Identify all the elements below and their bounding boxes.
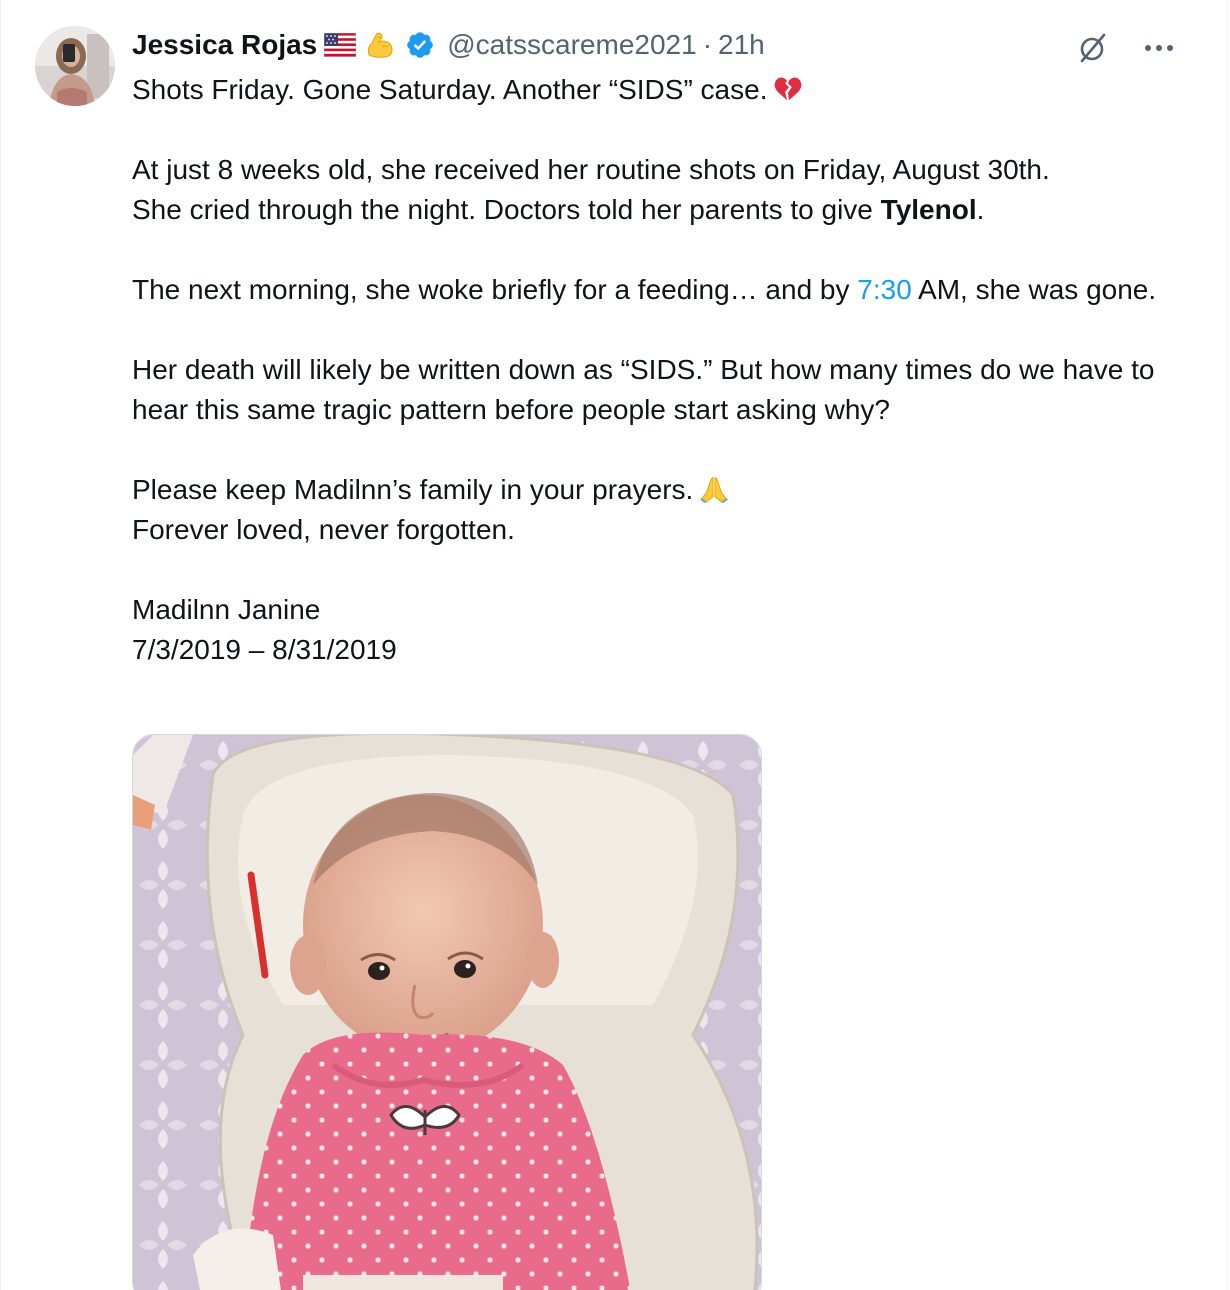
- grok-icon[interactable]: [1073, 28, 1113, 68]
- text-p5-line1: Please keep Madilnn’s family in your pra…: [132, 470, 1192, 510]
- folded-hands-emoji: [700, 477, 729, 504]
- broken-heart-emoji: [775, 77, 802, 101]
- tweet-card: Jessica Rojas @catsscareme2021 · 21h Sho…: [0, 0, 1228, 1290]
- text-bold-tylenol: Tylenol: [880, 194, 977, 225]
- text-p5-line2: Forever loved, never forgotten.: [132, 514, 515, 545]
- text-p2-line2: She cried through the night. Doctors tol…: [132, 190, 1192, 230]
- flexed-biceps-emoji: [363, 28, 397, 62]
- tweet-media-photo[interactable]: [132, 734, 762, 1290]
- text-p3-post: AM, she was gone.: [911, 274, 1157, 305]
- avatar[interactable]: [35, 26, 115, 106]
- text-p3: The next morning, she woke briefly for a…: [132, 270, 1192, 310]
- avatar-image: [35, 26, 115, 106]
- tweet-header: Jessica Rojas @catsscareme2021 · 21h: [132, 22, 765, 68]
- more-icon[interactable]: [1139, 28, 1179, 68]
- text-prayers: Please keep Madilnn’s family in your pra…: [132, 474, 694, 505]
- text-intro: Shots Friday. Gone Saturday. Another “SI…: [132, 74, 768, 105]
- text-p2-pre: She cried through the night. Doctors tol…: [132, 194, 881, 225]
- display-name[interactable]: Jessica Rojas: [132, 22, 317, 68]
- text-name: Madilnn Janine: [132, 594, 321, 625]
- verified-badge-icon[interactable]: [403, 28, 437, 62]
- text-p2-post: .: [976, 194, 985, 225]
- tweet-text: Shots Friday. Gone Saturday. Another “SI…: [132, 70, 1192, 670]
- text-p2-line1: At just 8 weeks old, she received her ro…: [132, 154, 1050, 185]
- text-p3-pre: The next morning, she woke briefly for a…: [132, 274, 858, 305]
- tweet-actions-top: [1073, 28, 1179, 68]
- text-dates: 7/3/2019 – 8/31/2019: [132, 634, 397, 665]
- photo-of-infant-in-pink-onesie: [133, 735, 761, 1290]
- time-link[interactable]: 7:30: [857, 274, 912, 305]
- author-handle[interactable]: @catsscareme2021: [447, 22, 696, 68]
- separator-dot: ·: [702, 29, 713, 60]
- text-line-1: Shots Friday. Gone Saturday. Another “SI…: [132, 70, 1192, 110]
- us-flag-emoji: [323, 28, 357, 62]
- timestamp[interactable]: 21h: [718, 22, 765, 68]
- text-p4: Her death will likely be written down as…: [132, 354, 1155, 425]
